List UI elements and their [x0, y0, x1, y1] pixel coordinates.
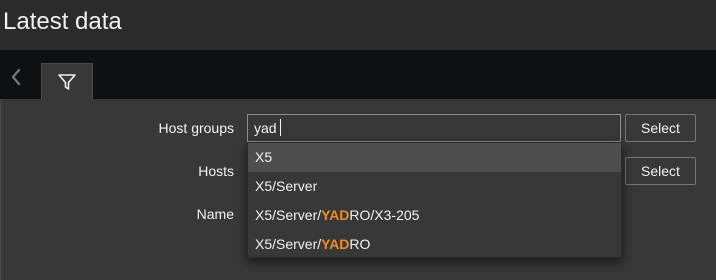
- host-groups-input[interactable]: [247, 114, 621, 142]
- suggestion-item[interactable]: X5: [248, 143, 621, 172]
- suggestion-text: X5: [255, 149, 273, 165]
- suggestion-item[interactable]: X5/Server: [248, 172, 621, 201]
- suggestion-text-rest: RO: [349, 236, 371, 252]
- host-groups-label: Host groups: [158, 120, 234, 136]
- chevron-left-icon[interactable]: [7, 66, 25, 88]
- page-header: Latest data: [0, 0, 716, 50]
- name-label: Name: [196, 206, 234, 222]
- suggestion-text: X5/Server/: [255, 236, 322, 252]
- suggestion-match: YAD: [321, 207, 350, 223]
- suggestion-match: YAD: [321, 236, 350, 252]
- suggestion-text-rest: RO/X3-205: [349, 207, 420, 223]
- hosts-label: Hosts: [198, 163, 234, 179]
- hosts-select-button[interactable]: Select: [625, 157, 696, 185]
- filter-tab[interactable]: [41, 63, 93, 99]
- suggestion-item[interactable]: X5/Server/YADRO/X3-205: [248, 201, 621, 230]
- host-groups-select-button[interactable]: Select: [625, 114, 696, 142]
- filter-tab-bar: [0, 50, 716, 99]
- filter-icon: [57, 73, 77, 91]
- suggestion-text: X5/Server: [255, 178, 318, 194]
- suggestion-item[interactable]: X5/Server/YADRO: [248, 230, 621, 259]
- text-caret: [280, 119, 281, 136]
- host-groups-suggestions: X5 X5/Server X5/Server/YADRO/X3-205 X5/S…: [247, 142, 622, 258]
- page-title: Latest data: [3, 8, 122, 35]
- suggestion-text: X5/Server/: [255, 207, 322, 223]
